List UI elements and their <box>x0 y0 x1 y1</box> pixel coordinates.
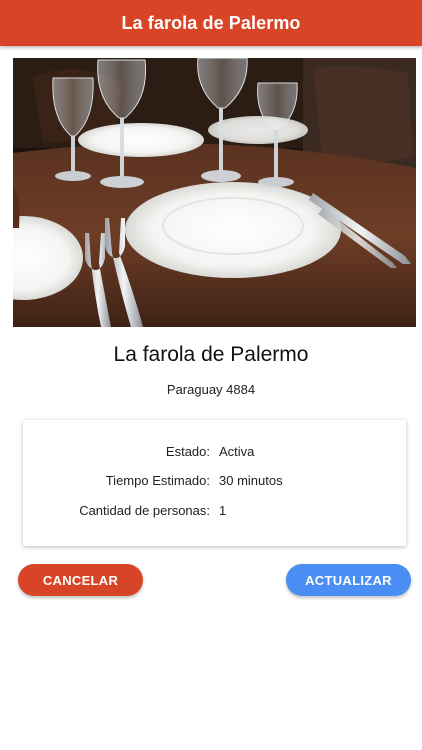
detail-value: Activa <box>219 444 255 459</box>
restaurant-address: Paraguay 4884 <box>166 382 256 397</box>
detail-row-cantidad-personas: Cantidad de personas: 1 <box>23 503 406 523</box>
detail-value: 30 minutos <box>219 473 283 488</box>
detail-value: 1 <box>219 503 227 518</box>
app-title: La farola de Palermo <box>121 12 301 33</box>
cancel-button[interactable]: CANCELAR <box>18 564 143 596</box>
detail-row-tiempo-estimado: Tiempo Estimado: 30 minutos <box>23 473 406 493</box>
app-bar: La farola de Palermo <box>0 0 422 46</box>
restaurant-photo <box>13 58 416 327</box>
restaurant-name: La farola de Palermo <box>113 343 309 366</box>
detail-label: Cantidad de personas: <box>79 503 210 518</box>
update-button[interactable]: ACTUALIZAR <box>286 564 411 596</box>
detail-row-estado: Estado: Activa <box>23 444 406 464</box>
detail-label: Estado: <box>165 444 210 459</box>
reservation-details-card: Estado: Activa Tiempo Estimado: 30 minut… <box>23 420 406 546</box>
detail-label: Tiempo Estimado: <box>105 473 210 488</box>
